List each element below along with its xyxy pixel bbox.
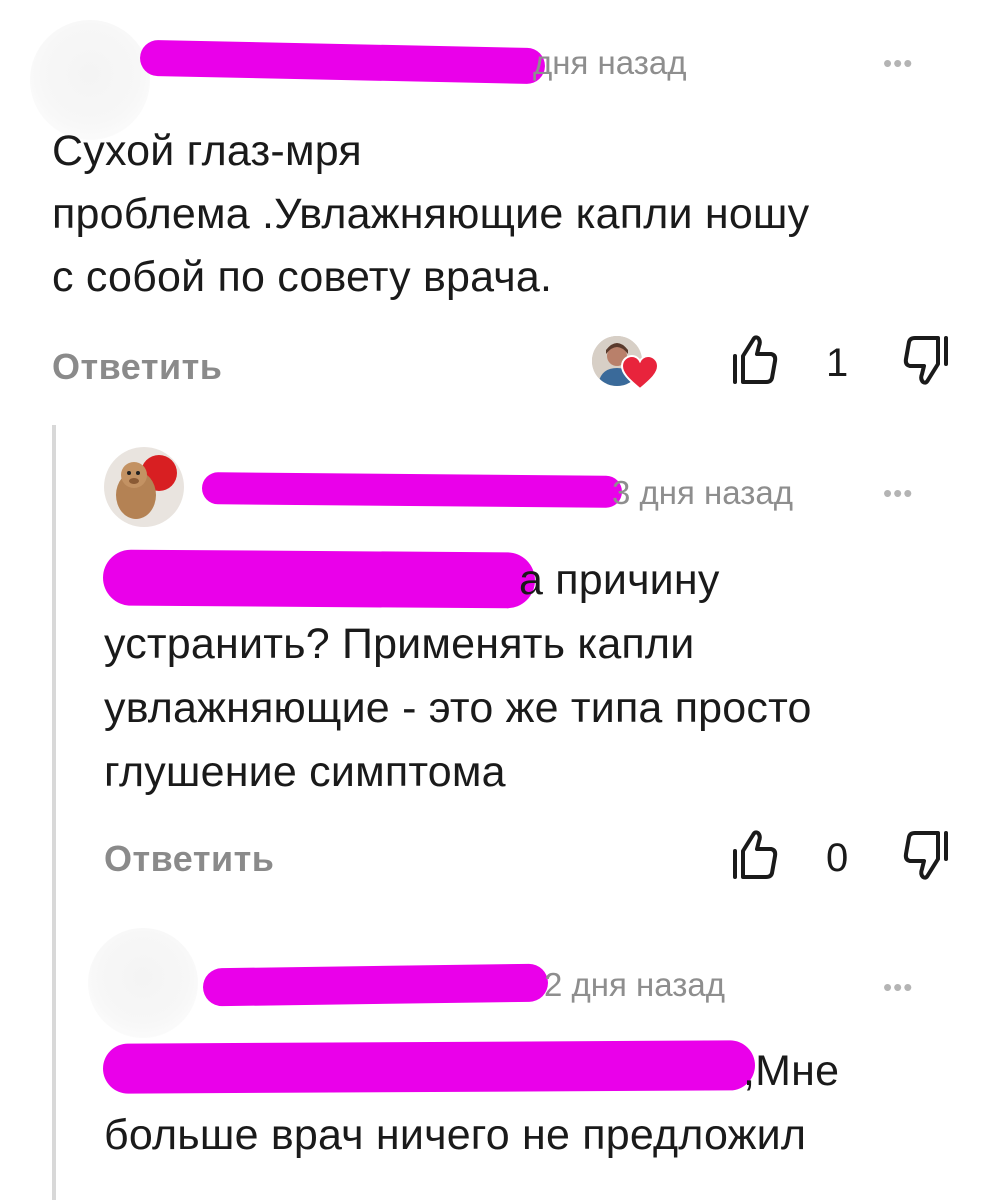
comment2-line3: увлажняющие - это же типа просто [104, 684, 812, 732]
comment1-dislike-button[interactable] [902, 334, 950, 386]
thumbs-up-icon [733, 335, 778, 384]
comment2-like-count: 0 [826, 836, 849, 880]
comment1-line3: с собой по совету врача. [52, 253, 553, 301]
thumbs-down-icon [903, 336, 948, 385]
comment2-more-icon[interactable]: ••• [883, 478, 913, 509]
comment2-dislike-button[interactable] [902, 829, 950, 881]
comment3-more-icon[interactable]: ••• [883, 972, 913, 1003]
comment1-like-count: 1 [826, 341, 849, 385]
comment3-line1-tail: ,Мне [743, 1047, 840, 1095]
comment2-author-redaction [201, 472, 623, 508]
thread-line [52, 425, 56, 1200]
comment1-line2: проблема .Увлажняющие капли ношу [52, 190, 810, 238]
comment1-author-redaction [139, 39, 546, 85]
comment2-line1-tail: а причину [519, 556, 720, 604]
comment1-reply-button[interactable]: Ответить [52, 346, 222, 388]
comment2-avatar[interactable] [104, 447, 184, 527]
comment1-line1: Сухой глаз-мря [52, 127, 362, 175]
comment2-like-button[interactable] [731, 829, 779, 881]
comment2-text-redaction [102, 549, 536, 609]
comment2-line2: устранить? Применять капли [104, 620, 695, 668]
comment3-line2: больше врач ничего не предложил [104, 1111, 807, 1159]
thumbs-up-icon [733, 830, 778, 879]
comment3-author-redaction [202, 963, 549, 1007]
thumbs-down-icon [903, 831, 948, 880]
comment1-timestamp: дня назад [533, 44, 687, 81]
comment2-timestamp: 3 дня назад [612, 474, 793, 511]
comment2-reply-button[interactable]: Ответить [104, 838, 274, 880]
comment1-like-button[interactable] [731, 334, 779, 386]
comment1-more-icon[interactable]: ••• [883, 48, 913, 79]
comment3-timestamp: 2 дня назад [544, 966, 725, 1003]
comment3-text-redaction [102, 1040, 756, 1094]
heart-icon [620, 355, 660, 391]
comment2-line4: глушение симптома [104, 748, 506, 796]
comment3-avatar[interactable] [88, 928, 198, 1038]
